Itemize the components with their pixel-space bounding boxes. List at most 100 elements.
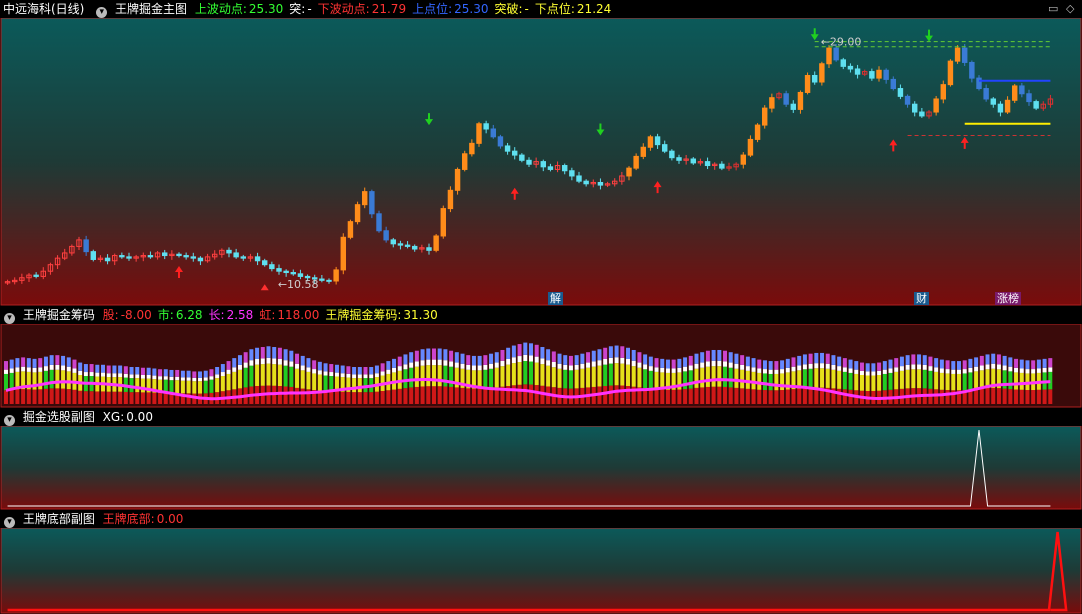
candle-body: [383, 230, 389, 241]
xg-menu-icon[interactable]: ▾: [4, 415, 15, 426]
chip-top-segment: [1036, 359, 1041, 369]
chip-yellow-segment: [774, 373, 779, 391]
chip-top-segment: [449, 350, 454, 362]
chip-white-segment: [580, 363, 585, 369]
candle-body: [183, 255, 189, 258]
chip-top-segment: [1025, 360, 1030, 370]
candle-body: [283, 270, 289, 274]
candle-body: [454, 168, 461, 191]
chip-red-segment: [711, 386, 716, 404]
chip-yellow-segment: [580, 368, 585, 388]
chip-menu-icon[interactable]: ▾: [4, 313, 15, 324]
chip-top-segment: [289, 350, 294, 362]
chip-yellow-segment: [277, 364, 282, 387]
chip-yellow-segment: [226, 373, 231, 391]
chip-top-segment: [340, 365, 345, 374]
chip-white-segment: [1002, 365, 1007, 371]
candle-body: [747, 138, 754, 156]
diamond-icon[interactable]: ◇: [1066, 2, 1074, 15]
chip-top-segment: [129, 367, 134, 375]
chip-red-segment: [665, 389, 670, 404]
chip-red-segment: [780, 390, 785, 404]
chip-red-segment: [49, 388, 54, 404]
chip-white-segment: [694, 363, 699, 369]
event-tag-cai[interactable]: 财: [914, 292, 929, 305]
sub2-field-label-0: XG:: [102, 410, 125, 424]
chip-yellow-segment: [626, 364, 631, 387]
candle-body: [376, 213, 382, 232]
event-tag-zhangbang[interactable]: 涨榜: [995, 292, 1021, 305]
chip-white-segment: [66, 366, 71, 372]
chip-top-segment: [620, 346, 625, 358]
chip-red-segment: [654, 389, 659, 404]
chip-white-segment: [534, 356, 539, 363]
chip-top-segment: [711, 349, 716, 361]
chip-red-segment: [140, 392, 145, 404]
candle-body: [319, 278, 325, 281]
candle-body: [1019, 85, 1025, 95]
chip-white-segment: [317, 370, 322, 375]
chip-top-segment: [346, 366, 351, 374]
chip-white-segment: [802, 364, 807, 370]
chip-top-segment: [928, 356, 933, 367]
chip-white-segment: [996, 364, 1001, 370]
chip-white-segment: [175, 376, 180, 381]
chip-red-segment: [454, 387, 459, 404]
chip-yellow-segment: [905, 369, 910, 389]
chip-white-segment: [237, 364, 242, 370]
bottom-menu-icon[interactable]: ▾: [4, 517, 15, 528]
chip-yellow-segment: [306, 371, 311, 390]
chip-white-segment: [614, 357, 619, 364]
chip-top-segment: [665, 359, 670, 369]
chip-yellow-segment: [1014, 372, 1019, 390]
chip-yellow-segment: [409, 367, 414, 388]
chip-yellow-segment: [700, 367, 705, 388]
chip-red-segment: [471, 388, 476, 404]
panel-background: [0, 426, 1082, 510]
indicator-menu-icon[interactable]: ▾: [96, 7, 108, 18]
chip-white-segment: [357, 374, 362, 379]
chip-yellow-segment: [255, 364, 260, 387]
chip-white-segment: [517, 356, 522, 363]
chip-red-segment: [112, 391, 117, 404]
chip-white-segment: [563, 364, 568, 370]
sub3-field-value-0: 0.00: [156, 512, 184, 526]
chip-top-segment: [146, 367, 151, 375]
chip-red-segment: [403, 388, 408, 404]
chip-white-segment: [888, 368, 893, 373]
chip-white-segment: [871, 371, 876, 376]
chip-yellow-segment: [865, 375, 870, 391]
chip-yellow-segment: [449, 366, 454, 387]
chip-yellow-segment: [443, 365, 448, 387]
chip-yellow-segment: [517, 362, 522, 385]
chip-top-segment: [255, 347, 260, 360]
chip-top-segment: [397, 356, 402, 367]
collapse-icon[interactable]: ▭: [1048, 2, 1058, 15]
chip-top-segment: [21, 357, 26, 367]
chip-red-segment: [420, 386, 425, 404]
chip-top-segment: [203, 370, 208, 378]
chip-white-segment: [203, 377, 208, 381]
chip-top-segment: [72, 359, 77, 369]
chip-top-segment: [232, 358, 237, 368]
chip-white-segment: [688, 365, 693, 371]
chip-white-segment: [352, 374, 357, 379]
chip-top-segment: [243, 352, 248, 363]
chip-yellow-segment: [494, 367, 499, 388]
chip-white-segment: [882, 369, 887, 374]
event-tag-jie[interactable]: 解: [548, 292, 563, 305]
chip-white-segment: [859, 370, 864, 375]
chip-white-segment: [762, 369, 767, 374]
chip-top-segment: [717, 349, 722, 361]
chip-red-segment: [660, 389, 665, 404]
xg-indicator-fields: XG: 0.00: [103, 410, 159, 424]
chip-top-segment: [580, 353, 585, 364]
candle-body: [690, 158, 696, 164]
candle-body: [969, 61, 975, 79]
candle-body: [540, 161, 546, 168]
candle-body: [126, 256, 132, 259]
sub1-field-label-0: 股:: [102, 308, 119, 322]
candle-body: [762, 107, 768, 126]
candle-body: [162, 252, 168, 257]
chip-yellow-segment: [489, 368, 494, 388]
